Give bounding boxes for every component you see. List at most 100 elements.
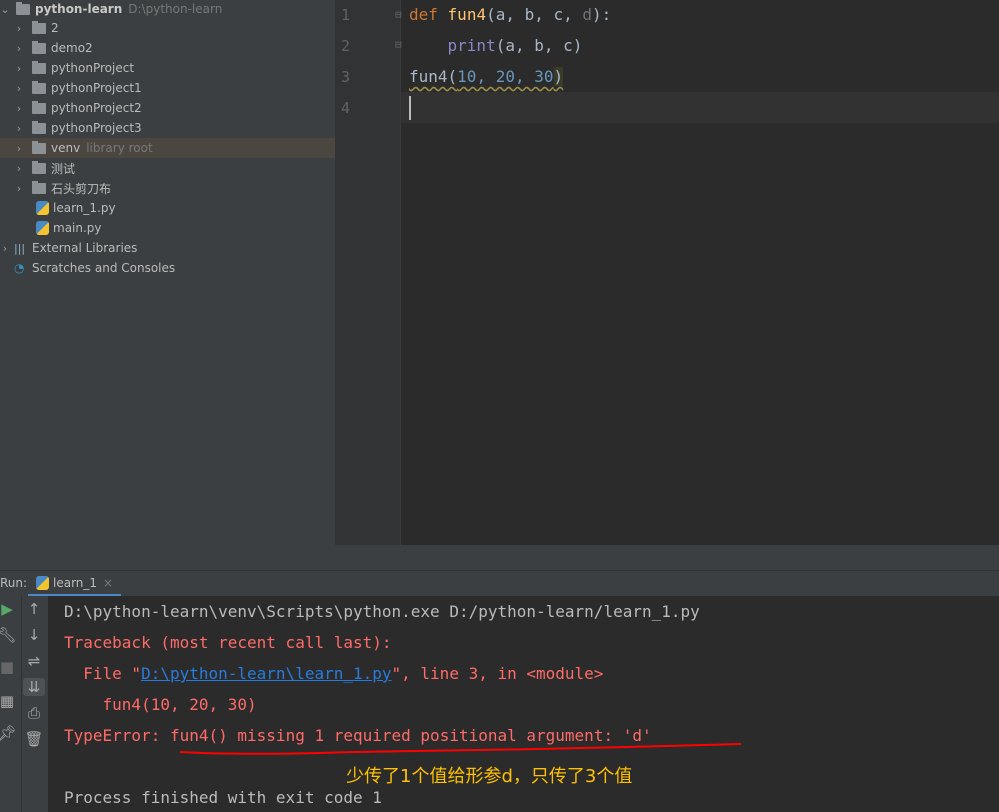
tree-item[interactable]: › venv library root [0, 138, 335, 158]
chevron-right-icon[interactable]: › [14, 22, 24, 35]
tree-item[interactable]: › pythonProject1 [0, 78, 335, 98]
tree-item[interactable]: › 2 [0, 18, 335, 38]
tree-item-label: pythonProject [51, 61, 135, 75]
rerun-icon[interactable]: ▶ [0, 600, 18, 618]
gutter: 1 2 3 4 ⊟ ⊟ [335, 0, 402, 545]
text: ", line 3, in <module> [391, 664, 604, 683]
folder-icon [32, 40, 46, 54]
red-underline-annotation [179, 743, 742, 755]
code-line-3: fun4(10, 20, 30) [409, 67, 564, 86]
layout-icon[interactable]: ▦ [0, 692, 18, 710]
pin-icon[interactable]: 📌︎ [0, 724, 18, 742]
project-tree: ⌄ python-learn D:\python-learn › 2 › demo2 ›… [0, 0, 335, 568]
brace-match: ) [553, 67, 564, 86]
python-icon [36, 575, 49, 590]
libraries-icon: ||| [14, 241, 26, 255]
chevron-right-icon[interactable]: › [14, 82, 24, 95]
params: (a, b, c, [486, 5, 583, 24]
chevron-right-icon[interactable]: › [14, 122, 24, 135]
folder-icon [32, 120, 46, 134]
tree-item[interactable]: › pythonProject [0, 58, 335, 78]
tree-external-libraries[interactable]: › ||| External Libraries [0, 238, 335, 258]
tree-item[interactable]: › demo2 [0, 38, 335, 58]
chevron-right-icon[interactable]: › [14, 62, 24, 75]
folder-icon [32, 100, 46, 114]
tree-item-hint: library root [86, 141, 153, 155]
folder-icon [32, 80, 46, 94]
console-command: D:\python-learn\venv\Scripts\python.exe … [64, 602, 700, 621]
arrow-down-icon[interactable]: ↓ [23, 626, 45, 644]
code-line-2: print(a, b, c) [409, 36, 583, 55]
project-name: python-learn [35, 2, 123, 16]
run-tab-label: learn_1 [53, 575, 98, 590]
tree-item-label: 石头剪刀布 [51, 181, 112, 196]
console-output[interactable]: D:\python-learn\venv\Scripts\python.exe … [48, 596, 999, 812]
folder-icon [32, 160, 46, 174]
run-tool-header: Run: learn_1 × [0, 570, 999, 597]
chevron-right-icon[interactable]: › [14, 142, 24, 155]
traceback-header: Traceback (most recent call last): [64, 633, 392, 652]
python-file-icon [36, 201, 49, 215]
call: fun4( [409, 67, 458, 86]
line-number: 3 [341, 68, 351, 86]
chevron-right-icon[interactable]: › [14, 182, 24, 195]
tree-item[interactable]: › pythonProject3 [0, 118, 335, 138]
current-line-highlight [401, 92, 999, 123]
tree-item-label: pythonProject1 [51, 81, 142, 95]
tree-item[interactable]: › 石头剪刀布 [0, 178, 335, 198]
builtin: print [409, 36, 496, 55]
function-name: fun4 [447, 5, 487, 24]
error-type: TypeError: [64, 726, 170, 745]
run-toolbar: ↑ ↓ ⇌ ⇊ ⎙ 🗑︎ [22, 596, 48, 812]
tree-item-label: 测试 [51, 161, 76, 176]
folder-icon [32, 140, 46, 154]
arrow-up-icon[interactable]: ↑ [23, 600, 45, 618]
chevron-down-icon[interactable]: ⌄ [0, 3, 10, 16]
scratches-label: Scratches and Consoles [32, 261, 176, 275]
chevron-right-icon[interactable]: › [14, 102, 24, 115]
stop-icon[interactable]: ■ [0, 658, 18, 676]
wrench-icon[interactable]: 🔧︎ [0, 626, 18, 644]
unused-param: d [582, 5, 593, 24]
print-icon[interactable]: ⎙ [23, 704, 45, 722]
args: (a, b, c) [495, 36, 583, 55]
folder-icon [32, 20, 46, 34]
external-libraries-label: External Libraries [32, 241, 138, 255]
tree-item-label: 2 [51, 21, 59, 35]
tree-item-label: demo2 [51, 41, 93, 55]
chevron-right-icon[interactable]: › [14, 162, 24, 175]
soft-wrap-icon[interactable]: ⇌ [23, 652, 45, 670]
keyword: def [409, 5, 438, 24]
project-path: D:\python-learn [128, 2, 223, 16]
line-number: 2 [341, 37, 351, 55]
file-link[interactable]: D:\python-learn\learn_1.py [141, 664, 391, 683]
tree-item-label: learn_1.py [53, 201, 116, 215]
tree-scratches[interactable]: ◔ Scratches and Consoles [0, 258, 335, 278]
tree-item[interactable]: main.py [0, 218, 335, 238]
code-editor[interactable]: 1 2 3 4 ⊟ ⊟ def fun4(a, b, c, d): print(… [335, 0, 999, 545]
annotation-text: 少传了1个值给形参d，只传了3个值 [346, 766, 633, 787]
text-caret [409, 96, 411, 120]
folder-icon [32, 180, 46, 194]
scroll-to-end-icon[interactable]: ⇊ [23, 678, 45, 696]
tree-item[interactable]: › pythonProject2 [0, 98, 335, 118]
fold-icon[interactable]: ⊟ [395, 8, 402, 21]
chevron-right-icon[interactable]: › [0, 242, 10, 255]
run-tab[interactable]: learn_1 × [28, 571, 122, 597]
tree-root[interactable]: ⌄ python-learn D:\python-learn [0, 0, 335, 19]
folder-icon [16, 1, 30, 15]
text: File " [64, 664, 142, 683]
tree-item[interactable]: › 测试 [0, 158, 335, 178]
punct: ): [592, 5, 612, 24]
tree-item[interactable]: learn_1.py [0, 198, 335, 218]
python-file-icon [36, 221, 49, 235]
trash-icon[interactable]: 🗑︎ [23, 730, 45, 748]
chevron-right-icon[interactable]: › [14, 42, 24, 55]
tree-item-label: pythonProject2 [51, 101, 142, 115]
fold-icon[interactable]: ⊟ [395, 38, 402, 51]
run-label: Run: [0, 576, 28, 590]
args: 10, 20, 30 [457, 67, 554, 86]
close-icon[interactable]: × [103, 576, 113, 590]
line-number: 1 [341, 6, 351, 24]
traceback-code: fun4(10, 20, 30) [64, 695, 257, 714]
